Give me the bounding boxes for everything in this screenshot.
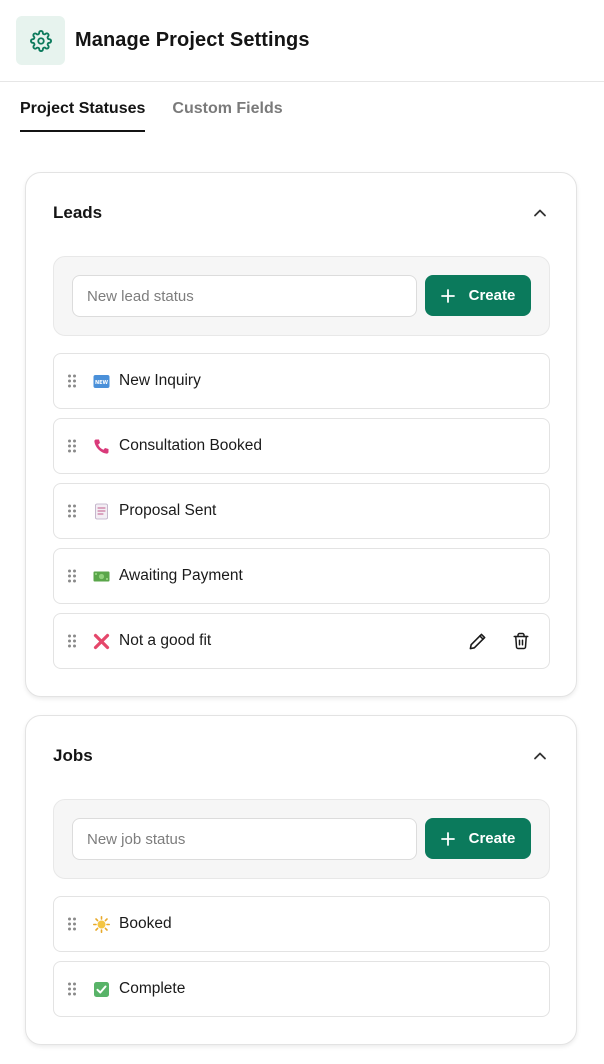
status-label: Not a good fit	[119, 632, 212, 649]
new-lead-status-input[interactable]	[72, 275, 417, 317]
settings-tabs: Project Statuses Custom Fields	[20, 98, 310, 132]
drag-handle-icon[interactable]	[67, 982, 77, 996]
drag-handle-icon[interactable]	[67, 634, 77, 648]
sun-icon	[93, 915, 110, 933]
create-button-label: Create	[468, 830, 516, 847]
pencil-icon	[469, 633, 485, 649]
drag-handle-icon[interactable]	[67, 374, 77, 388]
status-row[interactable]: Not a good fit	[53, 613, 550, 669]
page-title: Manage Project Settings	[75, 29, 310, 51]
jobs-create-panel: Create	[53, 799, 550, 879]
document-icon	[93, 503, 110, 520]
tab-custom-fields[interactable]: Custom Fields	[172, 98, 282, 132]
create-button-label: Create	[468, 287, 516, 304]
status-row[interactable]: Consultation Booked	[53, 418, 550, 474]
status-row[interactable]: Proposal Sent	[53, 483, 550, 539]
page-header: Manage Project Settings	[0, 0, 604, 82]
jobs-collapse-toggle[interactable]	[530, 746, 550, 766]
drag-handle-icon[interactable]	[67, 439, 77, 453]
tab-project-statuses[interactable]: Project Statuses	[20, 98, 146, 132]
phone-icon	[93, 438, 110, 455]
edit-status-button[interactable]	[465, 629, 489, 653]
status-row[interactable]: Complete	[53, 961, 550, 1017]
status-row[interactable]: Booked	[53, 896, 550, 952]
drag-handle-icon[interactable]	[67, 504, 77, 518]
svg-text:NEW: NEW	[95, 380, 109, 386]
cross-mark-icon	[93, 633, 110, 650]
status-label: Consultation Booked	[119, 437, 263, 454]
plus-icon	[440, 288, 455, 303]
drag-handle-icon[interactable]	[67, 917, 77, 931]
leads-create-panel: Create	[53, 256, 550, 336]
drag-handle-icon[interactable]	[67, 569, 77, 583]
chevron-up-icon	[534, 752, 546, 760]
status-row[interactable]: NEW New Inquiry	[53, 353, 550, 409]
create-job-status-button[interactable]: Create	[425, 818, 531, 859]
delete-status-button[interactable]	[509, 629, 533, 653]
jobs-section-title: Jobs	[53, 746, 93, 765]
create-lead-status-button[interactable]: Create	[425, 275, 531, 316]
status-label: Proposal Sent	[119, 502, 217, 519]
new-job-status-input[interactable]	[72, 818, 417, 860]
settings-badge	[16, 16, 65, 65]
cash-icon	[93, 568, 110, 585]
status-label: Awaiting Payment	[119, 567, 243, 584]
leads-section: Leads Create NEW New Inquiry Consultatio…	[25, 172, 577, 697]
trash-icon	[513, 632, 529, 650]
status-label: Booked	[119, 915, 172, 932]
check-mark-icon	[93, 981, 110, 998]
chevron-up-icon	[534, 209, 546, 217]
gear-icon	[29, 29, 52, 52]
jobs-section: Jobs Create Booked Complete	[25, 715, 577, 1045]
plus-icon	[440, 831, 455, 846]
status-label: Complete	[119, 980, 186, 997]
status-label: New Inquiry	[119, 372, 201, 389]
row-actions	[445, 629, 533, 653]
leads-section-title: Leads	[53, 203, 103, 222]
new-badge-icon: NEW	[93, 373, 110, 390]
status-row[interactable]: Awaiting Payment	[53, 548, 550, 604]
leads-collapse-toggle[interactable]	[530, 203, 550, 223]
